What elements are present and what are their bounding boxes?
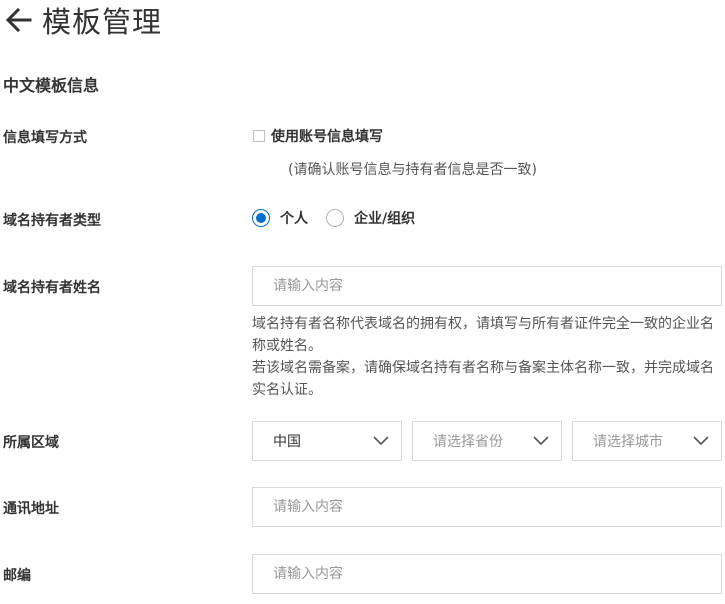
help-text-line-1: 域名持有者名称代表域名的拥有权，请填写与所有者证件完全一致的企业名称或姓名。 <box>252 316 714 354</box>
postcode-input[interactable] <box>252 554 722 594</box>
radio-individual[interactable] <box>252 209 270 227</box>
city-select[interactable]: 请选择城市 <box>572 421 722 461</box>
checkbox-box[interactable] <box>253 130 265 142</box>
holder-type-label: 域名持有者类型 <box>3 213 101 229</box>
chevron-down-icon <box>533 436 549 446</box>
address-label: 通讯地址 <box>3 501 59 517</box>
chevron-down-icon <box>693 436 709 446</box>
back-header[interactable]: 模板管理 <box>4 0 162 40</box>
city-select-placeholder: 请选择城市 <box>593 434 663 450</box>
holder-type-radio-group: 个人 企业/组织 <box>252 208 433 228</box>
radio-option-individual[interactable]: 个人 <box>252 208 308 228</box>
postcode-label: 邮编 <box>3 568 31 584</box>
radio-organization[interactable] <box>326 209 344 227</box>
province-select-placeholder: 请选择省份 <box>433 434 503 450</box>
radio-label-individual[interactable]: 个人 <box>280 208 308 228</box>
province-select[interactable]: 请选择省份 <box>412 421 562 461</box>
chevron-down-icon <box>373 436 389 446</box>
fill-method-label: 信息填写方式 <box>3 130 87 146</box>
region-label: 所属区域 <box>3 435 59 451</box>
radio-option-organization[interactable]: 企业/组织 <box>326 208 415 228</box>
radio-label-organization[interactable]: 企业/组织 <box>354 208 415 228</box>
use-account-info-checkbox[interactable]: 使用账号信息填写 <box>253 126 383 146</box>
holder-name-input[interactable] <box>252 266 722 306</box>
holder-name-help: 域名持有者名称代表域名的拥有权，请填写与所有者证件完全一致的企业名称或姓名。 若… <box>252 313 724 401</box>
section-title: 中文模板信息 <box>3 76 100 95</box>
checkbox-hint: (请确认账号信息与持有者信息是否一致) <box>288 162 537 178</box>
address-input[interactable] <box>252 487 722 527</box>
page-title: 模板管理 <box>42 5 163 39</box>
holder-name-label: 域名持有者姓名 <box>3 280 101 296</box>
checkbox-label[interactable]: 使用账号信息填写 <box>271 126 383 146</box>
country-select[interactable]: 中国 <box>252 421 402 461</box>
country-select-value: 中国 <box>273 434 301 450</box>
help-text-line-2: 若该域名需备案，请确保域名持有者名称与备案主体名称一致，并完成域名实名认证。 <box>252 360 714 398</box>
arrow-left-icon[interactable] <box>4 5 34 35</box>
